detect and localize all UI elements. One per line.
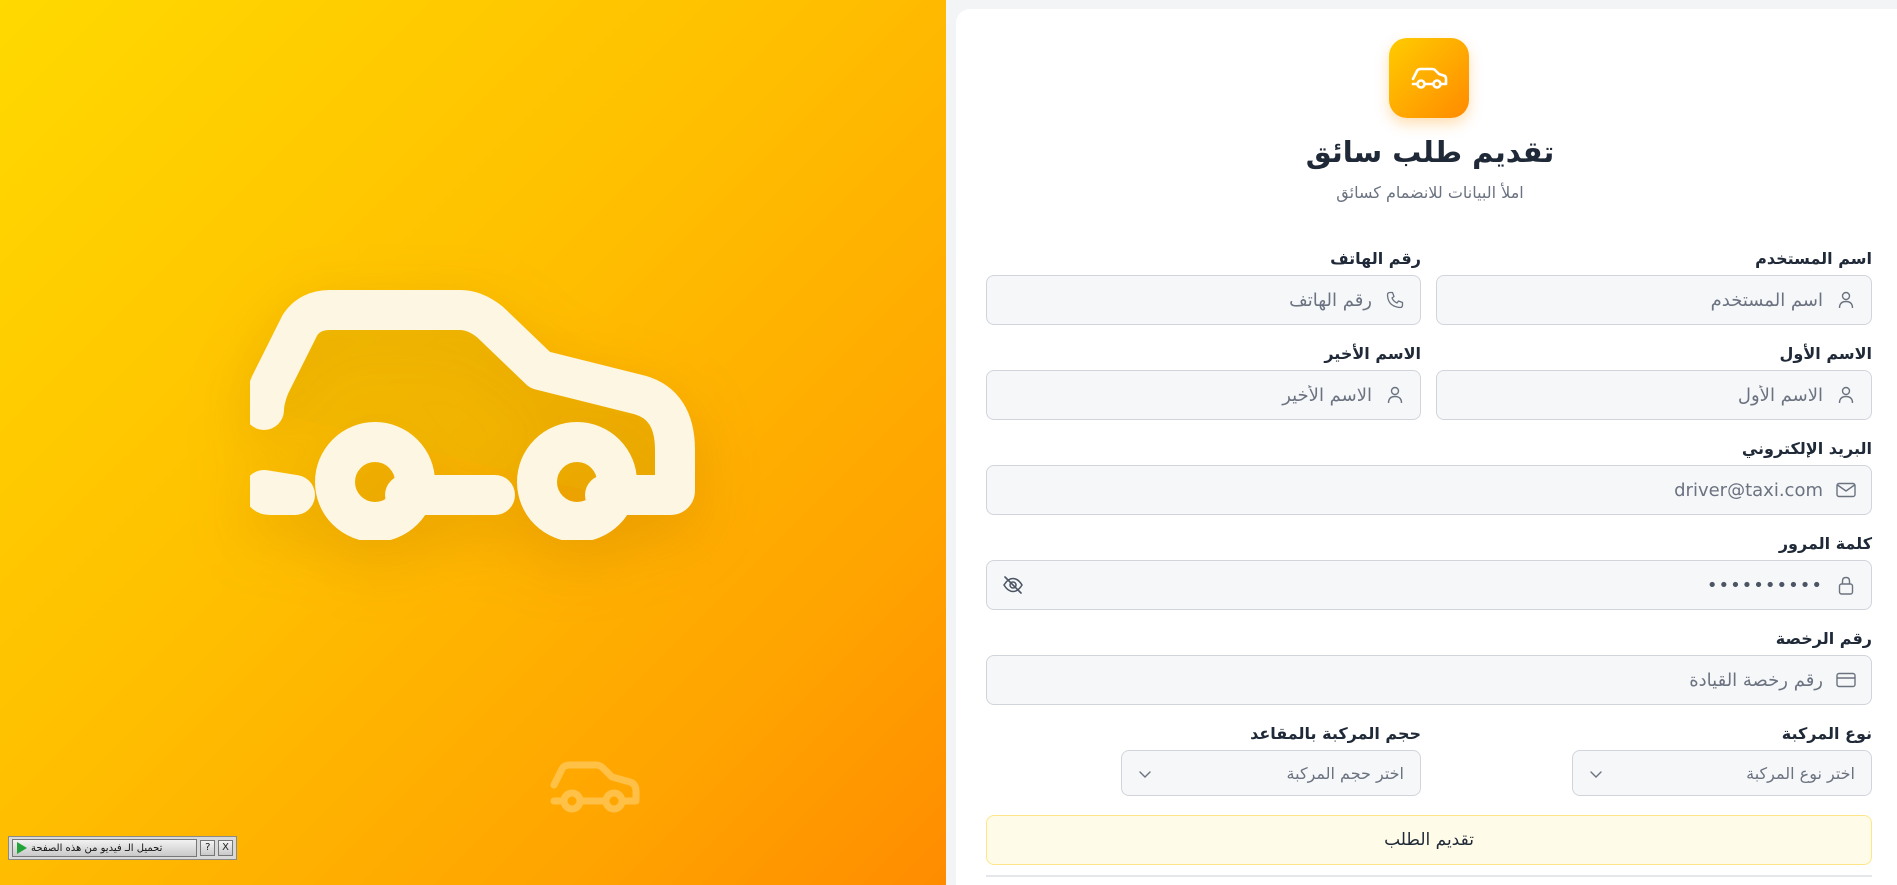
first-name-input[interactable] xyxy=(1451,384,1823,406)
phone-input[interactable] xyxy=(1001,289,1372,311)
car-icon-small xyxy=(550,761,640,813)
divider xyxy=(986,875,1872,877)
app-logo xyxy=(1389,38,1469,118)
user-icon xyxy=(1384,384,1406,406)
user-icon xyxy=(1835,384,1857,406)
video-download-button[interactable]: تحميل الـ فيديو من هذه الصفحة xyxy=(12,839,198,857)
vehicle-type-select[interactable]: اختر نوع المركبة xyxy=(1572,750,1872,796)
password-input[interactable] xyxy=(1025,574,1823,596)
user-icon xyxy=(1835,289,1857,311)
close-button[interactable]: X xyxy=(218,840,233,856)
vehicle-size-select[interactable]: اختر حجم المركبة xyxy=(1121,750,1421,796)
username-field[interactable] xyxy=(1436,275,1872,325)
last-name-label: الاسم الأخير xyxy=(1324,344,1421,363)
first-name-label: الاسم الأول xyxy=(1779,344,1872,363)
car-icon xyxy=(1411,67,1448,89)
video-download-toolbar: تحميل الـ فيديو من هذه الصفحة ? X xyxy=(8,836,237,860)
last-name-input[interactable] xyxy=(1001,384,1372,406)
help-button[interactable]: ? xyxy=(200,840,216,856)
vehicle-type-label: نوع المركبة xyxy=(1781,724,1872,743)
credit-card-icon xyxy=(1835,669,1857,691)
vehicle-type-placeholder: اختر نوع المركبة xyxy=(1746,763,1855,783)
vehicle-size-label: حجم المركبة بالمقاعد xyxy=(1250,724,1421,743)
chevron-down-icon xyxy=(1138,764,1152,783)
phone-field[interactable] xyxy=(986,275,1421,325)
eye-off-icon[interactable] xyxy=(1001,573,1025,597)
page-subtitle: املأ البيانات للانضمام كسائق xyxy=(1336,183,1524,202)
password-label: كلمة المرور xyxy=(1778,534,1872,553)
last-name-field[interactable] xyxy=(986,370,1421,420)
email-label: البريد الإلكتروني xyxy=(1741,439,1872,458)
submit-button[interactable]: تقديم الطلب xyxy=(986,815,1872,865)
chevron-down-icon xyxy=(1589,764,1603,783)
phone-label: رقم الهاتف xyxy=(1330,249,1421,268)
play-icon xyxy=(17,842,27,854)
license-input[interactable] xyxy=(1001,669,1823,691)
hero-panel xyxy=(0,0,946,885)
password-field[interactable] xyxy=(986,560,1872,610)
phone-icon xyxy=(1384,289,1406,311)
username-label: اسم المستخدم xyxy=(1755,249,1872,268)
email-input[interactable] xyxy=(1001,479,1823,501)
username-input[interactable] xyxy=(1451,289,1823,311)
email-field[interactable] xyxy=(986,465,1872,515)
first-name-field[interactable] xyxy=(1436,370,1872,420)
download-label: تحميل الـ فيديو من هذه الصفحة xyxy=(31,842,163,854)
license-field[interactable] xyxy=(986,655,1872,705)
license-label: رقم الرخصة xyxy=(1775,629,1872,648)
vehicle-size-placeholder: اختر حجم المركبة xyxy=(1286,763,1404,783)
car-icon xyxy=(250,290,695,540)
mail-icon xyxy=(1835,479,1857,501)
lock-icon xyxy=(1835,574,1857,596)
page-title: تقديم طلب سائق xyxy=(1305,135,1555,169)
